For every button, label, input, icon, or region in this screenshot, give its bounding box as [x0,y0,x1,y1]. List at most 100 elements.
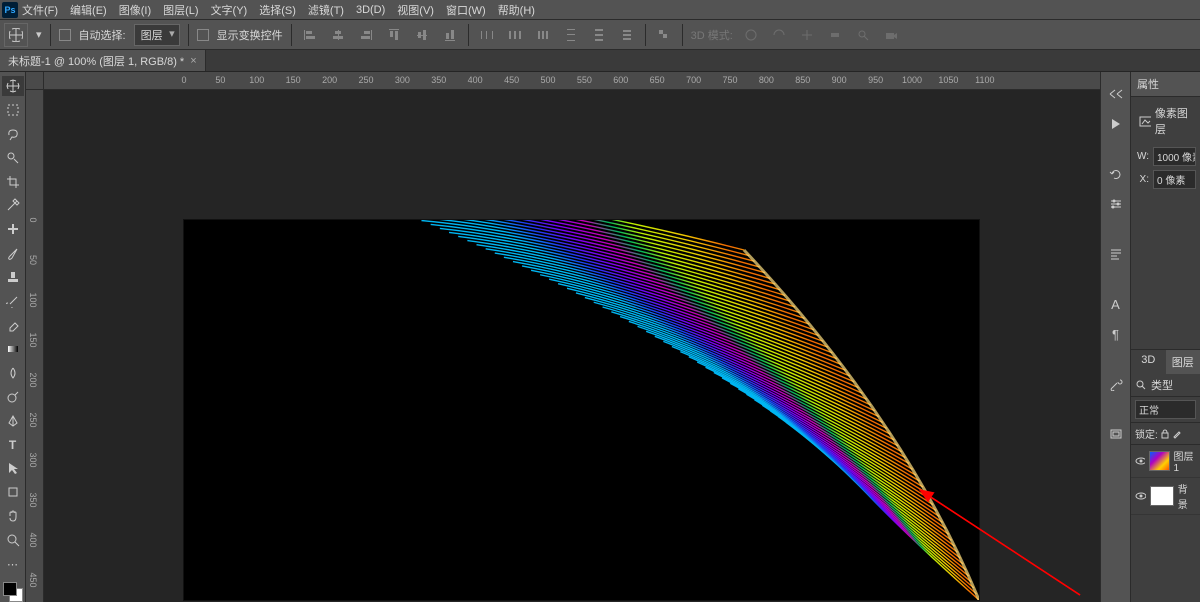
dock-history-icon[interactable] [1106,164,1126,184]
menu-view[interactable]: 视图(V) [397,2,434,18]
lock-icon[interactable] [1160,429,1170,439]
gradient-tool[interactable] [2,339,24,359]
foreground-background-colors[interactable] [3,582,23,602]
quick-select-tool[interactable] [2,148,24,168]
brush-icon[interactable] [1172,429,1182,439]
width-value[interactable]: 1000 像素 [1153,147,1196,166]
dock-adjust-icon[interactable] [1106,194,1126,214]
right-panel-column: 属性 像素图层 W: 1000 像素 X: 0 像素 3D 图层 [1130,72,1200,602]
tab-layers[interactable]: 图层 [1166,350,1200,374]
lock-label: 锁定: [1135,426,1158,441]
document-tab-bar: 未标题-1 @ 100% (图层 1, RGB/8) * × [0,50,1200,72]
dock-expand-icon[interactable] [1106,84,1126,104]
dock-tools-icon[interactable] [1106,374,1126,394]
layer-thumbnail[interactable] [1150,486,1174,506]
path-select-tool[interactable] [2,459,24,479]
menu-help[interactable]: 帮助(H) [498,2,535,18]
menu-edit[interactable]: 编辑(E) [70,2,107,18]
edit-toolbar-button[interactable]: ⋯ [2,554,24,574]
move-tool[interactable] [2,76,24,96]
tab-3d[interactable]: 3D [1131,350,1166,374]
menu-window[interactable]: 窗口(W) [446,2,486,18]
toolbox: T ⋯ [0,72,26,602]
dock-paragraph-icon[interactable] [1106,244,1126,264]
distribute-h-button[interactable] [477,25,497,45]
hand-tool[interactable] [2,506,24,526]
dock-paragraph2-icon[interactable]: ¶ [1106,324,1126,344]
ruler-origin[interactable] [26,72,44,90]
dock-play-icon[interactable] [1106,114,1126,134]
layer-item[interactable]: 背景 [1131,478,1200,515]
crop-tool[interactable] [2,172,24,192]
menu-3d[interactable]: 3D(D) [356,4,385,16]
blend-mode-dropdown[interactable]: 正常 [1135,400,1196,419]
mode-3d-label: 3D 模式: [691,27,733,43]
eraser-tool[interactable] [2,315,24,335]
search-icon [1135,379,1147,391]
current-tool-indicator [4,23,28,47]
align-bottom-button[interactable] [440,25,460,45]
menu-select[interactable]: 选择(S) [259,2,296,18]
show-transform-checkbox[interactable] [197,29,209,41]
menu-filter[interactable]: 滤镜(T) [308,2,344,18]
distribute-hr-button[interactable] [533,25,553,45]
auto-select-mode-dropdown[interactable]: 图层 [134,24,180,46]
x-label: X: [1135,174,1149,185]
marquee-tool[interactable] [2,100,24,120]
3d-zoom-button[interactable] [853,25,873,45]
menu-bar: 文件(F) 编辑(E) 图像(I) 图层(L) 文字(Y) 选择(S) 滤镜(T… [0,0,1200,20]
distribute-vb-button[interactable] [617,25,637,45]
app-logo: Ps [2,2,18,18]
visibility-icon[interactable] [1135,490,1146,502]
layer-name[interactable]: 背景 [1178,481,1196,511]
properties-panel-tab[interactable]: 属性 [1131,72,1200,97]
filter-kind-label[interactable]: 类型 [1151,377,1173,393]
canvas-area: 0501001502002503003504004505005506006507… [26,72,1100,602]
visibility-icon[interactable] [1135,455,1145,467]
layer-name[interactable]: 图层 1 [1174,448,1196,474]
auto-select-checkbox[interactable] [59,29,71,41]
history-brush-tool[interactable] [2,291,24,311]
auto-align-button[interactable] [654,25,674,45]
menu-layer[interactable]: 图层(L) [163,2,198,18]
dock-character-icon[interactable]: A [1106,294,1126,314]
align-left-button[interactable] [300,25,320,45]
menu-image[interactable]: 图像(I) [119,2,151,18]
align-vcenter-button[interactable] [412,25,432,45]
layer-item[interactable]: 图层 1 [1131,445,1200,478]
stamp-tool[interactable] [2,267,24,287]
dock-libraries-icon[interactable] [1106,424,1126,444]
3d-roll-button[interactable] [769,25,789,45]
layer-thumbnail[interactable] [1149,451,1170,471]
ruler-horizontal[interactable]: 0501001502002503003504004505005506006507… [44,72,1100,90]
ruler-vertical[interactable]: 050100150200250300350400450 [26,90,44,602]
align-right-button[interactable] [356,25,376,45]
document-tab[interactable]: 未标题-1 @ 100% (图层 1, RGB/8) * × [0,50,206,71]
auto-select-label: 自动选择: [79,27,126,43]
eyedropper-tool[interactable] [2,196,24,216]
menu-type[interactable]: 文字(Y) [211,2,248,18]
3d-slide-button[interactable] [825,25,845,45]
align-top-button[interactable] [384,25,404,45]
align-hcenter-button[interactable] [328,25,348,45]
brush-tool[interactable] [2,243,24,263]
zoom-tool[interactable] [2,530,24,550]
3d-orbit-button[interactable] [741,25,761,45]
heal-tool[interactable] [2,219,24,239]
3d-pan-button[interactable] [797,25,817,45]
dodge-tool[interactable] [2,387,24,407]
shape-tool[interactable] [2,482,24,502]
pen-tool[interactable] [2,411,24,431]
distribute-vc-button[interactable] [589,25,609,45]
distribute-v-button[interactable] [561,25,581,45]
layers-panel: 3D 图层 类型 正常 锁定: 图层 1 [1131,349,1200,515]
blur-tool[interactable] [2,363,24,383]
distribute-hc-button[interactable] [505,25,525,45]
menu-file[interactable]: 文件(F) [22,2,58,18]
document-canvas[interactable] [184,220,979,600]
x-value[interactable]: 0 像素 [1153,170,1196,189]
lasso-tool[interactable] [2,124,24,144]
type-tool[interactable]: T [2,435,24,455]
close-tab-button[interactable]: × [190,55,196,67]
3d-camera-button[interactable] [881,25,901,45]
